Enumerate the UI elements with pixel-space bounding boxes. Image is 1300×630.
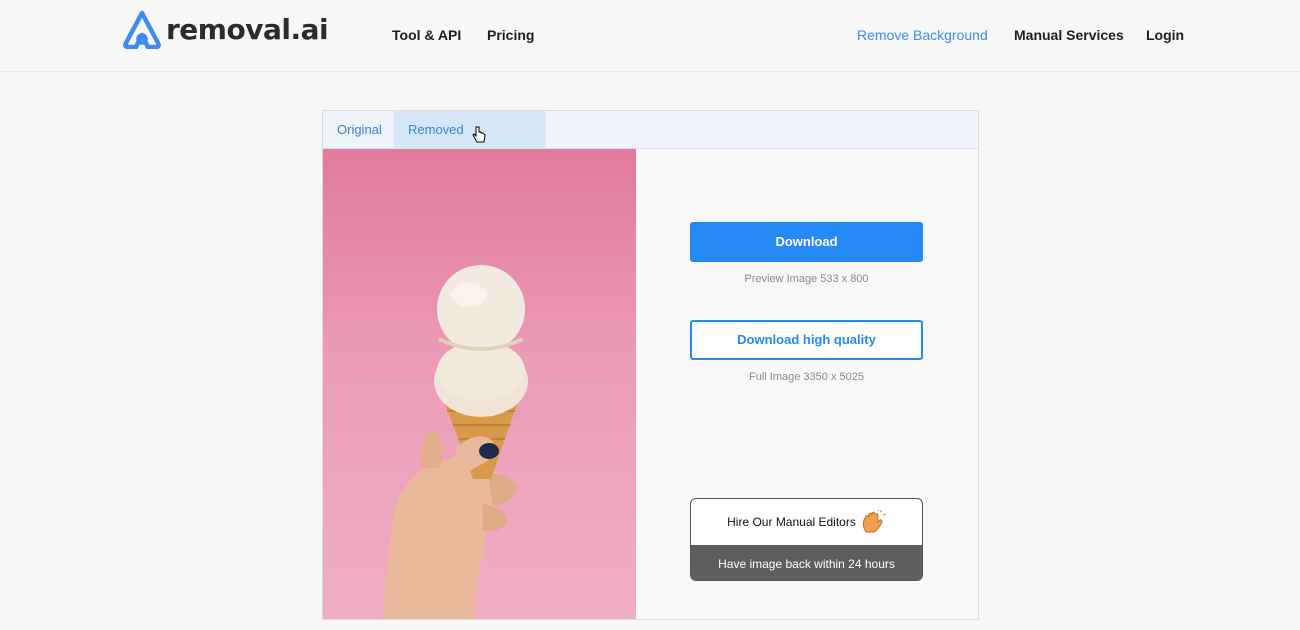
result-image xyxy=(323,149,636,619)
hand-cursor-icon xyxy=(472,126,486,143)
waving-hand-icon xyxy=(862,510,886,533)
hire-manual-editors-button[interactable]: Hire Our Manual Editors Have image back … xyxy=(690,498,923,581)
view-tabs: Original Removed Background xyxy=(323,111,978,174)
nav-pricing[interactable]: Pricing xyxy=(487,27,534,43)
full-image-size: Full Image 3350 x 5025 xyxy=(749,371,864,383)
nav-tool-api[interactable]: Tool & API xyxy=(392,27,461,43)
nav-remove-background[interactable]: Remove Background xyxy=(857,27,988,43)
hire-title: Hire Our Manual Editors xyxy=(727,515,856,529)
tab-original[interactable]: Original xyxy=(323,111,396,148)
hire-title-row: Hire Our Manual Editors xyxy=(691,499,922,545)
nav-login[interactable]: Login xyxy=(1146,27,1184,43)
logo[interactable]: removal.ai xyxy=(120,8,329,50)
hire-subtitle: Have image back within 24 hours xyxy=(691,545,922,580)
logo-text: removal.ai xyxy=(166,12,329,46)
ice-cream-illustration xyxy=(383,265,528,619)
logo-icon xyxy=(123,10,161,49)
tab-removed-background[interactable]: Removed Background xyxy=(394,111,546,174)
nav-manual-services[interactable]: Manual Services xyxy=(1014,27,1124,43)
download-high-quality-button[interactable]: Download high quality xyxy=(690,320,923,360)
preview-image-size: Preview Image 533 x 800 xyxy=(744,273,869,285)
site-header: removal.ai Tool & API Pricing Remove Bac… xyxy=(0,0,1300,72)
download-button[interactable]: Download xyxy=(690,222,923,262)
